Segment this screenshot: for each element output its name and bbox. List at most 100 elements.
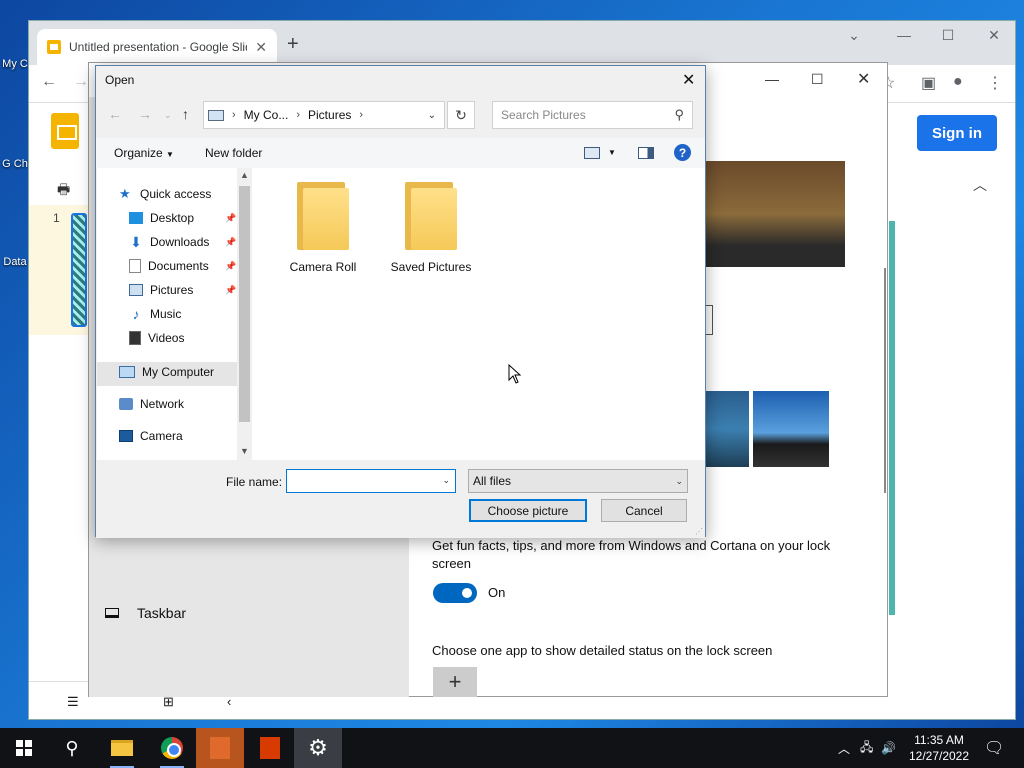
app-button[interactable] (196, 728, 244, 768)
recent-dropdown-icon[interactable]: ⌄ (164, 110, 172, 121)
desktop-icon-data[interactable]: Data (0, 256, 30, 268)
nav-scrollbar[interactable]: ▲ ▼ (237, 168, 252, 460)
scrollbar[interactable] (884, 268, 886, 493)
folder-item[interactable]: Camera Roll (275, 182, 371, 274)
close-icon[interactable]: ✕ (857, 69, 870, 89)
nav-item-label: Desktop (150, 211, 195, 225)
new-tab-icon[interactable]: + (287, 33, 299, 56)
nav-item-camera[interactable]: Camera (119, 426, 183, 446)
print-icon[interactable]: 🖶 (57, 179, 70, 203)
scroll-down-icon[interactable]: ▼ (240, 446, 249, 456)
help-icon[interactable]: ? (674, 144, 691, 161)
search-input[interactable]: Search Pictures ⚲ (492, 101, 693, 129)
nav-item-desktop[interactable]: Desktop 📌 (129, 208, 236, 228)
chrome-button[interactable] (148, 728, 196, 768)
file-type-select[interactable]: All files ⌄ (468, 469, 688, 493)
nav-item-network[interactable]: Network (119, 394, 184, 414)
chevron-down-icon[interactable]: ⌄ (442, 475, 450, 486)
resize-grip-icon[interactable]: ⋰ (695, 527, 703, 536)
slides-logo[interactable] (51, 113, 79, 149)
forward-icon[interactable]: → (73, 73, 89, 91)
documents-icon (129, 259, 141, 273)
nav-item-downloads[interactable]: ⬇ Downloads 📌 (129, 232, 236, 252)
breadcrumb-item[interactable]: My Co... (244, 108, 289, 122)
address-bar-row: ← → ⌄ ↑ › My Co... › Pictures › ⌄ ↻ Sear… (96, 100, 705, 132)
nav-item-label: Network (140, 397, 185, 411)
preview-pane-icon[interactable] (638, 147, 654, 159)
nav-item-music[interactable]: ♪ Music (129, 304, 182, 324)
menu-icon[interactable]: ⋮ (987, 73, 1003, 93)
list-view-icon[interactable]: ☰ (67, 694, 79, 710)
nav-item-my-computer[interactable]: My Computer (119, 362, 214, 382)
new-folder-button[interactable]: New folder (205, 146, 262, 160)
start-button[interactable] (0, 728, 48, 768)
breadcrumb-item[interactable]: Pictures (308, 108, 351, 122)
nav-item-label: Camera (140, 429, 183, 443)
clock[interactable]: 11:35 AM 12/27/2022 (900, 732, 978, 764)
music-icon: ♪ (132, 306, 140, 322)
maximize-icon[interactable]: ☐ (811, 71, 824, 88)
cancel-button[interactable]: Cancel (601, 499, 687, 522)
picture-thumbnail[interactable] (753, 391, 829, 467)
sign-in-button[interactable]: Sign in (917, 115, 997, 151)
tab-search-icon[interactable]: ⌄ (831, 27, 877, 44)
caret-down-icon[interactable]: ▼ (608, 148, 616, 157)
nav-item-pictures[interactable]: Pictures 📌 (129, 280, 236, 300)
nav-item-label: Taskbar (137, 605, 187, 621)
add-app-button[interactable]: + (433, 667, 477, 697)
forward-icon[interactable]: → (138, 106, 152, 122)
chevron-up-icon[interactable]: ︿ (838, 740, 850, 757)
nav-item-quick-access[interactable]: ★ Quick access (119, 184, 211, 204)
organize-button[interactable]: Organize ▼ (114, 146, 174, 160)
pictures-icon (129, 284, 143, 296)
search-button[interactable]: ⚲ (48, 728, 96, 768)
scroll-thumb[interactable] (239, 186, 250, 422)
side-panel-icon[interactable]: ▣ (921, 73, 936, 93)
close-icon[interactable]: ✕ (682, 70, 695, 90)
nav-item-documents[interactable]: Documents 📌 (129, 256, 236, 276)
view-options-icon[interactable] (584, 147, 600, 159)
volume-icon[interactable]: 🔊 (881, 741, 896, 755)
settings-button[interactable]: ⚙ (294, 728, 342, 768)
folder-item[interactable]: Saved Pictures (383, 182, 479, 274)
browser-tab[interactable]: Untitled presentation - Google Slides ✕ (37, 29, 277, 65)
profile-icon[interactable]: ● (953, 73, 963, 91)
address-bar[interactable]: › My Co... › Pictures › ⌄ (203, 101, 445, 129)
chevron-up-icon[interactable]: ︿ (973, 175, 987, 195)
refresh-button[interactable]: ↻ (447, 101, 475, 129)
organize-label: Organize (114, 146, 163, 160)
file-name-label: File name: (226, 475, 283, 489)
file-name-input[interactable]: ⌄ (286, 469, 456, 493)
command-bar: Organize ▼ New folder ▼ ? (96, 138, 705, 168)
minimize-icon[interactable]: — (881, 27, 927, 43)
notifications-icon[interactable]: 🗨 (984, 738, 1004, 758)
fun-facts-toggle[interactable] (433, 583, 477, 603)
nav-item-taskbar[interactable]: Taskbar (105, 605, 186, 621)
network-icon[interactable]: 🖧 (860, 738, 873, 759)
chevron-down-icon[interactable]: ⌄ (428, 110, 436, 121)
office-button[interactable] (246, 728, 294, 768)
up-icon[interactable]: ↑ (182, 106, 189, 122)
chevron-right-icon[interactable]: › (232, 109, 236, 121)
picture-thumbnail[interactable] (705, 391, 749, 467)
desktop-icon-label: G Ch (2, 158, 28, 170)
choose-picture-button[interactable]: Choose picture (469, 499, 587, 522)
chevron-right-icon[interactable]: › (296, 109, 300, 121)
minimize-icon[interactable]: — (765, 71, 779, 87)
back-icon[interactable]: ← (41, 73, 57, 91)
scroll-up-icon[interactable]: ▲ (240, 170, 249, 180)
file-explorer-button[interactable] (98, 728, 146, 768)
back-icon[interactable]: ← (108, 106, 122, 122)
background-dropdown-edge[interactable] (705, 305, 713, 335)
chevron-down-icon: ⌄ (675, 475, 683, 486)
close-tab-icon[interactable]: ✕ (255, 39, 267, 56)
chevron-right-icon[interactable]: › (359, 109, 363, 121)
maximize-icon[interactable]: ☐ (925, 27, 971, 44)
nav-item-videos[interactable]: Videos (129, 328, 184, 348)
desktop-icon-label: Data (3, 256, 27, 268)
desktop-icon-my-computer[interactable]: My C (0, 58, 30, 70)
desktop-icon-chrome[interactable]: G Ch (0, 158, 30, 170)
folder-icon (111, 740, 133, 756)
slide-thumbnail[interactable] (71, 213, 87, 327)
close-icon[interactable]: ✕ (971, 27, 1017, 44)
